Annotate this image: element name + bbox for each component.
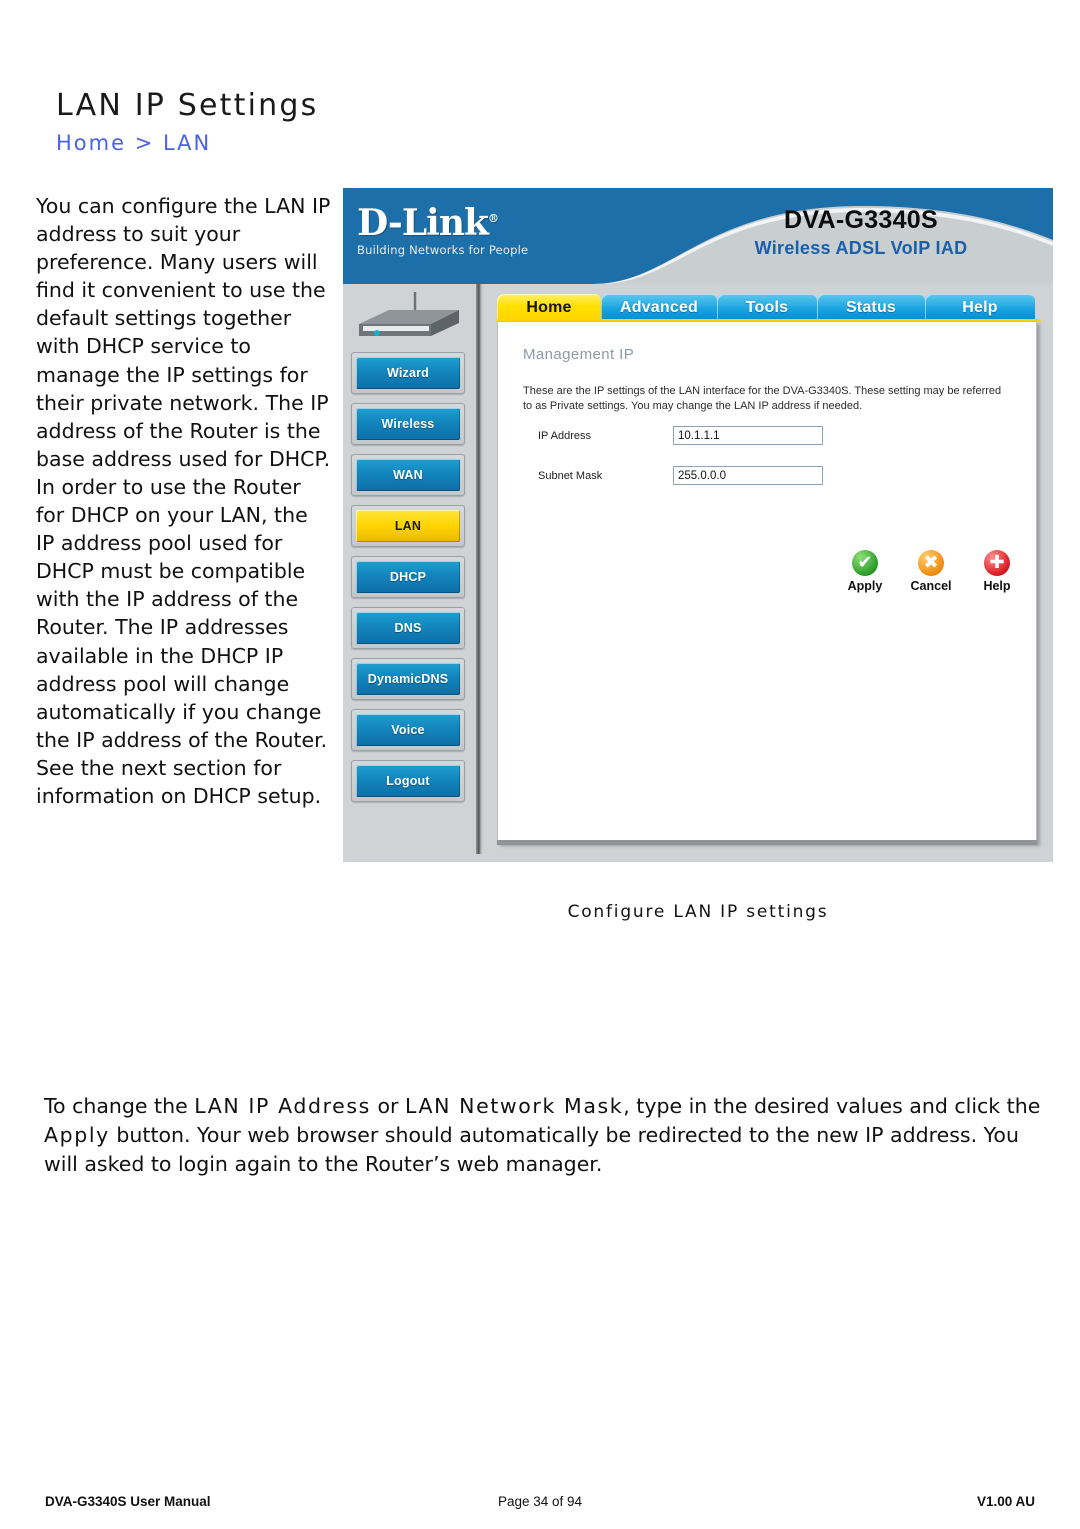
apply-button[interactable]: ✔ Apply [842,550,888,593]
field-subnet-mask: Subnet Mask 255.0.0.0 [538,466,998,488]
tab-advanced[interactable]: Advanced [601,294,717,321]
input-ip-address[interactable]: 10.1.1.1 [673,426,823,445]
check-glyph: ✔ [857,552,873,573]
sidebar-label-lan: LAN [356,510,460,542]
plus-circle-icon: ✚ [984,550,1010,576]
label-ip-address: IP Address [538,430,591,442]
sidebar-label-dns: DNS [356,612,460,644]
plus-glyph: ✚ [989,552,1005,573]
dlink-tagline: Building Networks for People [357,243,529,257]
sidebar-divider [476,284,483,854]
sidebar-label-wizard: Wizard [356,357,460,389]
router-ui-body: Wizard Wireless WAN LAN DHCP DNS Dynamic… [343,284,1053,862]
tab-help[interactable]: Help [925,294,1035,321]
page-footer: DVA-G3340S User Manual Page 34 of 94 V1.… [45,1494,1035,1516]
help-button[interactable]: ✚ Help [974,550,1020,593]
sidebar-item-voice[interactable]: Voice [351,709,465,751]
panel-drop-shadow [497,840,1037,845]
sidebar-item-dynamicdns[interactable]: DynamicDNS [351,658,465,700]
help-label: Help [983,579,1011,593]
router-web-interface: D-Link® Building Networks for People DVA… [343,188,1053,862]
management-ip-panel: Management IP These are the IP settings … [497,321,1037,843]
cross-circle-icon: ✖ [918,550,944,576]
panel-actions: ✔ Apply ✖ Cancel ✚ Help [842,550,1022,593]
page-title: LAN IP Settings [56,88,319,123]
model-block: DVA-G3340S Wireless ADSL VoIP IAD [721,206,1001,259]
sidebar-item-lan[interactable]: LAN [351,505,465,547]
panel-description: These are the IP settings of the LAN int… [523,385,1002,412]
model-name: DVA-G3340S [784,206,938,234]
label-subnet-mask: Subnet Mask [538,470,603,482]
cancel-label: Cancel [910,579,952,593]
footer-page-number: Page 34 of 94 [497,1494,583,1509]
sidebar-buttons: Wizard Wireless WAN LAN DHCP DNS Dynamic… [351,352,465,811]
sidebar-label-voice: Voice [356,714,460,746]
dlink-logo-text: D-Link [357,202,489,244]
tab-status[interactable]: Status [817,294,925,321]
cancel-button[interactable]: ✖ Cancel [908,550,954,593]
instruction-part4: button. Your web browser should automati… [44,1123,1019,1176]
field-ip-address: IP Address 10.1.1.1 [538,426,998,448]
instruction-part3: , type in the desired values and click t… [623,1094,1041,1118]
sidebar-label-dhcp: DHCP [356,561,460,593]
instruction-emphasis-lan-network-mask: LAN Network Mask [404,1094,624,1118]
registered-mark-icon: ® [487,212,499,225]
sidebar-item-wan[interactable]: WAN [351,454,465,496]
brand-banner: D-Link® Building Networks for People DVA… [343,188,1053,284]
model-subtitle: Wireless ADSL VoIP IAD [754,238,968,258]
footer-manual-title: DVA-G3340S User Manual [45,1494,211,1509]
router-device-image [359,292,459,336]
sidebar-label-wan: WAN [356,459,460,491]
router-tabbar: Home Advanced Tools Status Help [497,292,1041,321]
router-sidebar: Wizard Wireless WAN LAN DHCP DNS Dynamic… [345,284,473,862]
footer-version: V1.00 AU [976,1494,1035,1509]
tab-home[interactable]: Home [497,294,601,321]
cross-glyph: ✖ [923,552,939,573]
sidebar-item-wizard[interactable]: Wizard [351,352,465,394]
sidebar-item-dns[interactable]: DNS [351,607,465,649]
figure-caption: Configure LAN IP settings [567,902,829,922]
sidebar-item-logout[interactable]: Logout [351,760,465,802]
instruction-emphasis-apply: Apply [44,1123,110,1147]
input-subnet-mask[interactable]: 255.0.0.0 [673,466,823,485]
apply-label: Apply [847,579,883,593]
panel-heading: Management IP [523,346,635,363]
sidebar-item-wireless[interactable]: Wireless [351,403,465,445]
instruction-part2: or [370,1094,405,1118]
sidebar-label-wireless: Wireless [356,408,460,440]
footer-divider [45,1486,1035,1487]
instruction-part1: To change the [44,1094,195,1118]
tab-tools[interactable]: Tools [717,294,817,321]
sidebar-label-dynamicdns: DynamicDNS [356,663,460,695]
breadcrumb: Home > LAN [56,131,212,155]
sidebar-item-dhcp[interactable]: DHCP [351,556,465,598]
router-main-area: Home Advanced Tools Status Help Manageme… [489,288,1041,854]
sidebar-label-logout: Logout [356,765,460,797]
instruction-emphasis-lan-ip-address: LAN IP Address [194,1094,371,1118]
description-paragraph: You can configure the LAN IP address to … [36,194,331,808]
router-ui-screenshot: D-Link® Building Networks for People DVA… [343,188,1053,862]
dlink-logo: D-Link® Building Networks for People [357,200,528,257]
check-circle-icon: ✔ [852,550,878,576]
instruction-paragraph: To change the LAN IP Address or LAN Netw… [44,1092,1044,1179]
